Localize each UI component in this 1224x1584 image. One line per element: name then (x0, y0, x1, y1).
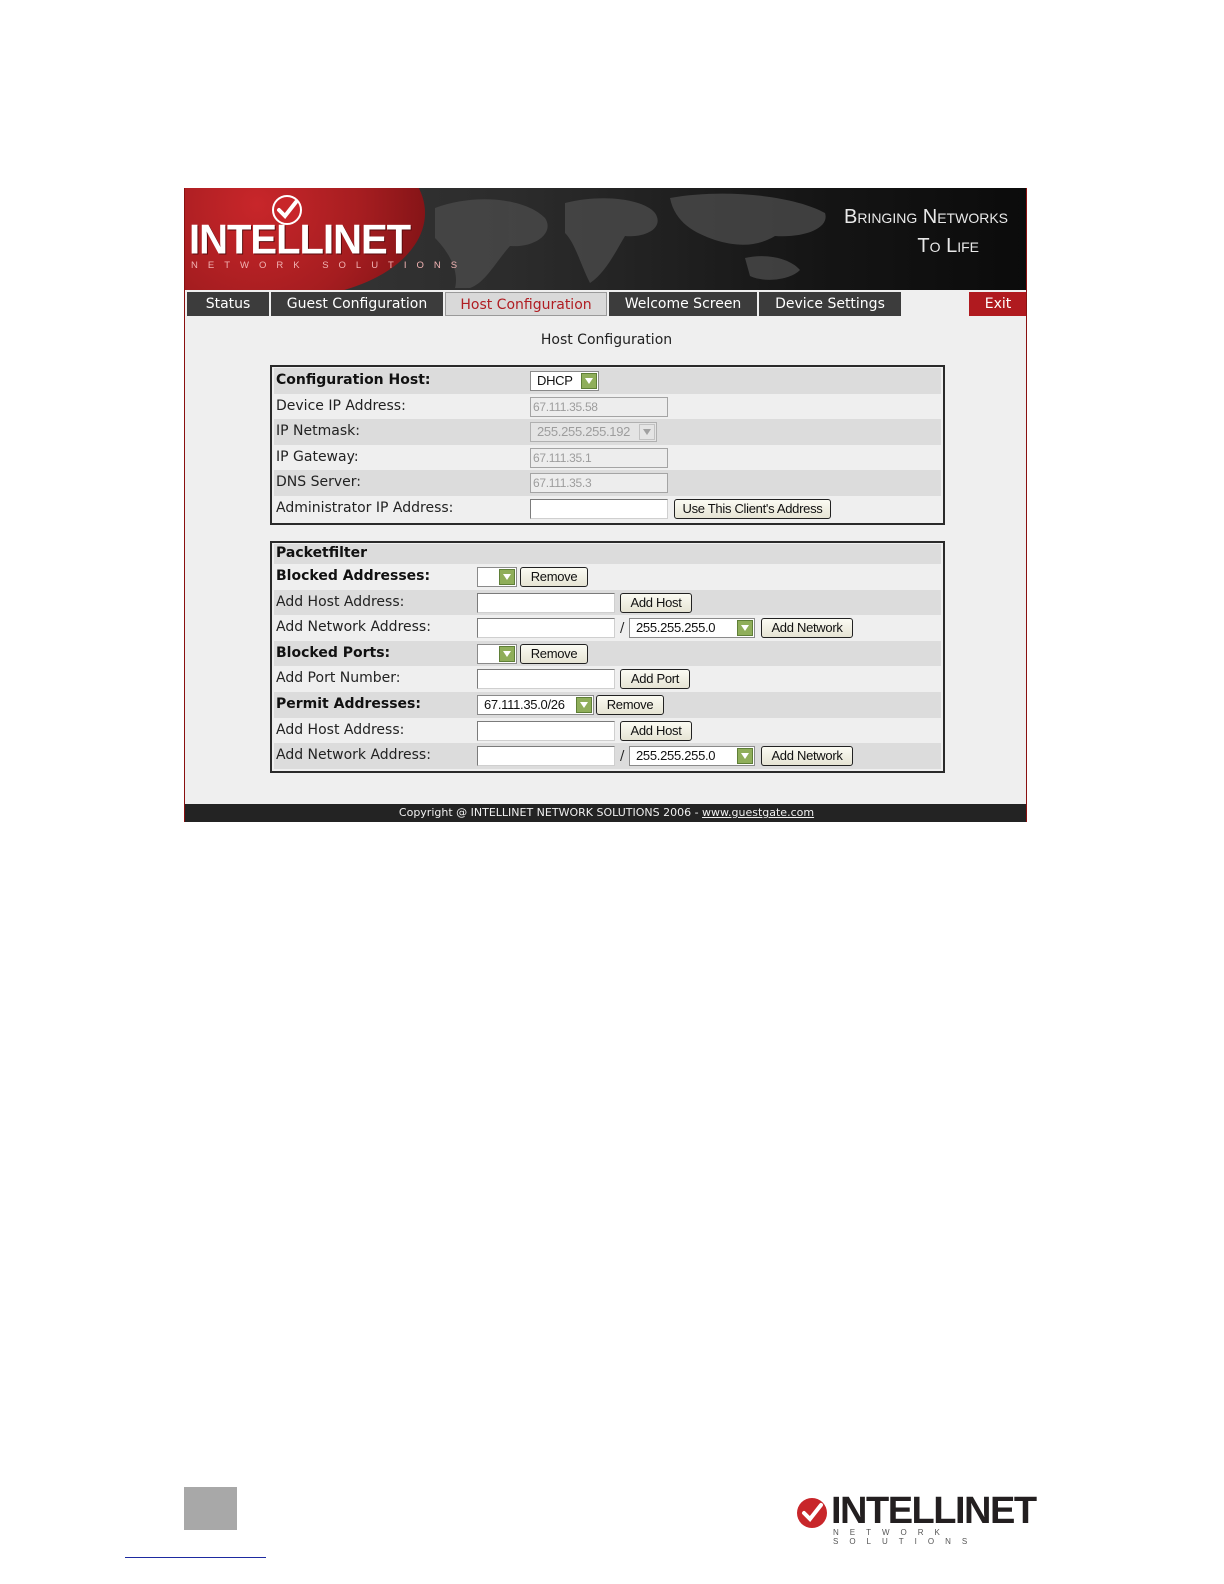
copyright-footer: Copyright @ INTELLINET NETWORK SOLUTIONS… (185, 804, 1026, 822)
dns-row: DNS Server: 67.111.35.3 (274, 470, 941, 496)
chevron-down-icon (581, 373, 597, 389)
chevron-down-icon (737, 748, 753, 765)
tab-status[interactable]: Status (187, 292, 269, 316)
packetfilter-heading-row: Packetfilter (274, 544, 941, 564)
footer-brand-logo: INTELLINET NETWORK SOLUTIONS (795, 1490, 1037, 1546)
gateway-row: IP Gateway: 67.111.35.1 (274, 444, 941, 471)
add-permit-host-input[interactable] (477, 720, 615, 741)
add-network-address-label: Add Network Address: (276, 747, 431, 764)
tab-welcome-screen[interactable]: Welcome Screen (609, 292, 757, 316)
footer-brand-subtitle: NETWORK SOLUTIONS (833, 1528, 979, 1546)
add-blocked-network-input[interactable] (477, 618, 615, 639)
blocked-addresses-row: Blocked Addresses: Remove (274, 564, 941, 590)
dns-label: DNS Server: (276, 474, 361, 491)
blocked-ports-select[interactable] (477, 643, 517, 664)
add-port-number-label: Add Port Number: (276, 670, 401, 687)
header-banner: INTELLINET NETWORK SOLUTIONS Bringing Ne… (185, 188, 1026, 290)
add-blocked-host-button[interactable]: Add Host (620, 592, 692, 613)
brand-logo-subtitle: NETWORK SOLUTIONS (191, 260, 468, 271)
tagline-line-1: Bringing Networks (843, 206, 1008, 228)
add-host-address-label: Add Host Address: (276, 593, 405, 610)
blocked-addresses-label: Blocked Addresses: (276, 568, 431, 584)
world-map-graphic (435, 193, 826, 288)
netmask-value: 255.255.255.192 (537, 424, 631, 440)
add-port-row: Add Port Number: Add Port (274, 666, 941, 692)
chevron-down-icon (499, 645, 515, 662)
device-ip-input[interactable]: 67.111.35.58 (530, 396, 668, 417)
footer-brand-text: INTELLINET (831, 1490, 1037, 1532)
packetfilter-panel: Packetfilter Blocked Addresses: Remove A… (270, 541, 945, 773)
remove-blocked-port-button[interactable]: Remove (520, 643, 588, 664)
brand-logo-text: INTELLINET (189, 216, 411, 264)
browser-screenshot: INTELLINET NETWORK SOLUTIONS Bringing Ne… (184, 188, 1027, 822)
blocked-network-mask-select[interactable]: 255.255.255.0 (629, 618, 755, 639)
gateway-label: IP Gateway: (276, 448, 359, 465)
netmask-row: IP Netmask: 255.255.255.192 (274, 419, 941, 445)
tab-device-settings[interactable]: Device Settings (759, 292, 901, 316)
tab-guest-configuration[interactable]: Guest Configuration (271, 292, 443, 316)
device-ip-label: Device IP Address: (276, 397, 406, 414)
add-blocked-network-button[interactable]: Add Network (761, 618, 853, 639)
netmask-select[interactable]: 255.255.255.192 (530, 422, 657, 443)
add-permit-network-input[interactable] (477, 746, 615, 767)
guestgate-link[interactable]: www.guestgate.com (702, 806, 814, 819)
blocked-ports-label: Blocked Ports: (276, 644, 391, 661)
page-title: Host Configuration (540, 332, 673, 348)
add-port-button[interactable]: Add Port (620, 669, 690, 690)
config-host-label: Configuration Host: (276, 372, 431, 388)
add-permit-network-button[interactable]: Add Network (761, 746, 853, 767)
add-permit-network-row: Add Network Address: / 255.255.255.0 Add… (274, 743, 941, 769)
permit-addresses-select[interactable]: 67.111.35.0/26 (477, 694, 594, 715)
remove-permit-address-button[interactable]: Remove (596, 694, 664, 715)
chevron-down-icon (576, 696, 592, 713)
chevron-down-icon (639, 424, 655, 441)
network-mask-value: 255.255.255.0 (636, 748, 716, 764)
chevron-down-icon (499, 569, 515, 585)
permit-network-mask-select[interactable]: 255.255.255.0 (629, 746, 755, 767)
slash-separator: / (620, 749, 625, 765)
checkmark-logo-icon (797, 1498, 827, 1528)
add-permit-host-row: Add Host Address: Add Host (274, 717, 941, 744)
device-ip-row: Device IP Address: 67.111.35.58 (274, 393, 941, 420)
slash-separator: / (620, 621, 625, 637)
config-host-value: DHCP (537, 373, 573, 388)
netmask-label: IP Netmask: (276, 423, 360, 440)
add-host-address-label: Add Host Address: (276, 721, 405, 738)
add-blocked-network-row: Add Network Address: / 255.255.255.0 Add… (274, 615, 941, 641)
tagline-line-2: To Life (917, 235, 979, 257)
network-mask-value: 255.255.255.0 (636, 620, 716, 636)
remove-blocked-address-button[interactable]: Remove (520, 567, 588, 587)
permit-addresses-row: Permit Addresses: 67.111.35.0/26 Remove (274, 691, 941, 718)
packetfilter-heading: Packetfilter (276, 545, 368, 561)
dns-input[interactable]: 67.111.35.3 (530, 473, 668, 494)
admin-ip-input[interactable] (530, 498, 668, 519)
blocked-ports-row: Blocked Ports: Remove (274, 640, 941, 667)
blocked-addresses-select[interactable] (477, 567, 517, 587)
gateway-input[interactable]: 67.111.35.1 (530, 447, 668, 468)
config-host-select[interactable]: DHCP (530, 371, 599, 391)
add-network-address-label: Add Network Address: (276, 619, 431, 636)
add-permit-host-button[interactable]: Add Host (620, 720, 692, 741)
permit-addresses-label: Permit Addresses: (276, 695, 421, 712)
exit-button[interactable]: Exit (969, 292, 1026, 316)
footer-rule (125, 1557, 266, 1558)
use-client-address-button[interactable]: Use This Client's Address (674, 498, 831, 519)
config-host-row: Configuration Host: DHCP (274, 368, 941, 394)
nav-tabs: Status Guest Configuration Host Configur… (185, 290, 1026, 317)
admin-ip-row: Administrator IP Address: Use This Clien… (274, 495, 941, 522)
copyright-text: Copyright @ INTELLINET NETWORK SOLUTIONS… (398, 806, 703, 819)
tab-host-configuration[interactable]: Host Configuration (445, 292, 607, 316)
admin-ip-label: Administrator IP Address: (276, 499, 454, 516)
add-blocked-host-row: Add Host Address: Add Host (274, 589, 941, 616)
page-number-box (184, 1487, 237, 1530)
chevron-down-icon (737, 620, 753, 637)
permit-addresses-value: 67.111.35.0/26 (484, 696, 565, 712)
host-config-panel: Configuration Host: DHCP Device IP Addre… (270, 365, 945, 525)
add-blocked-host-input[interactable] (477, 592, 615, 613)
add-port-input[interactable] (477, 669, 615, 690)
